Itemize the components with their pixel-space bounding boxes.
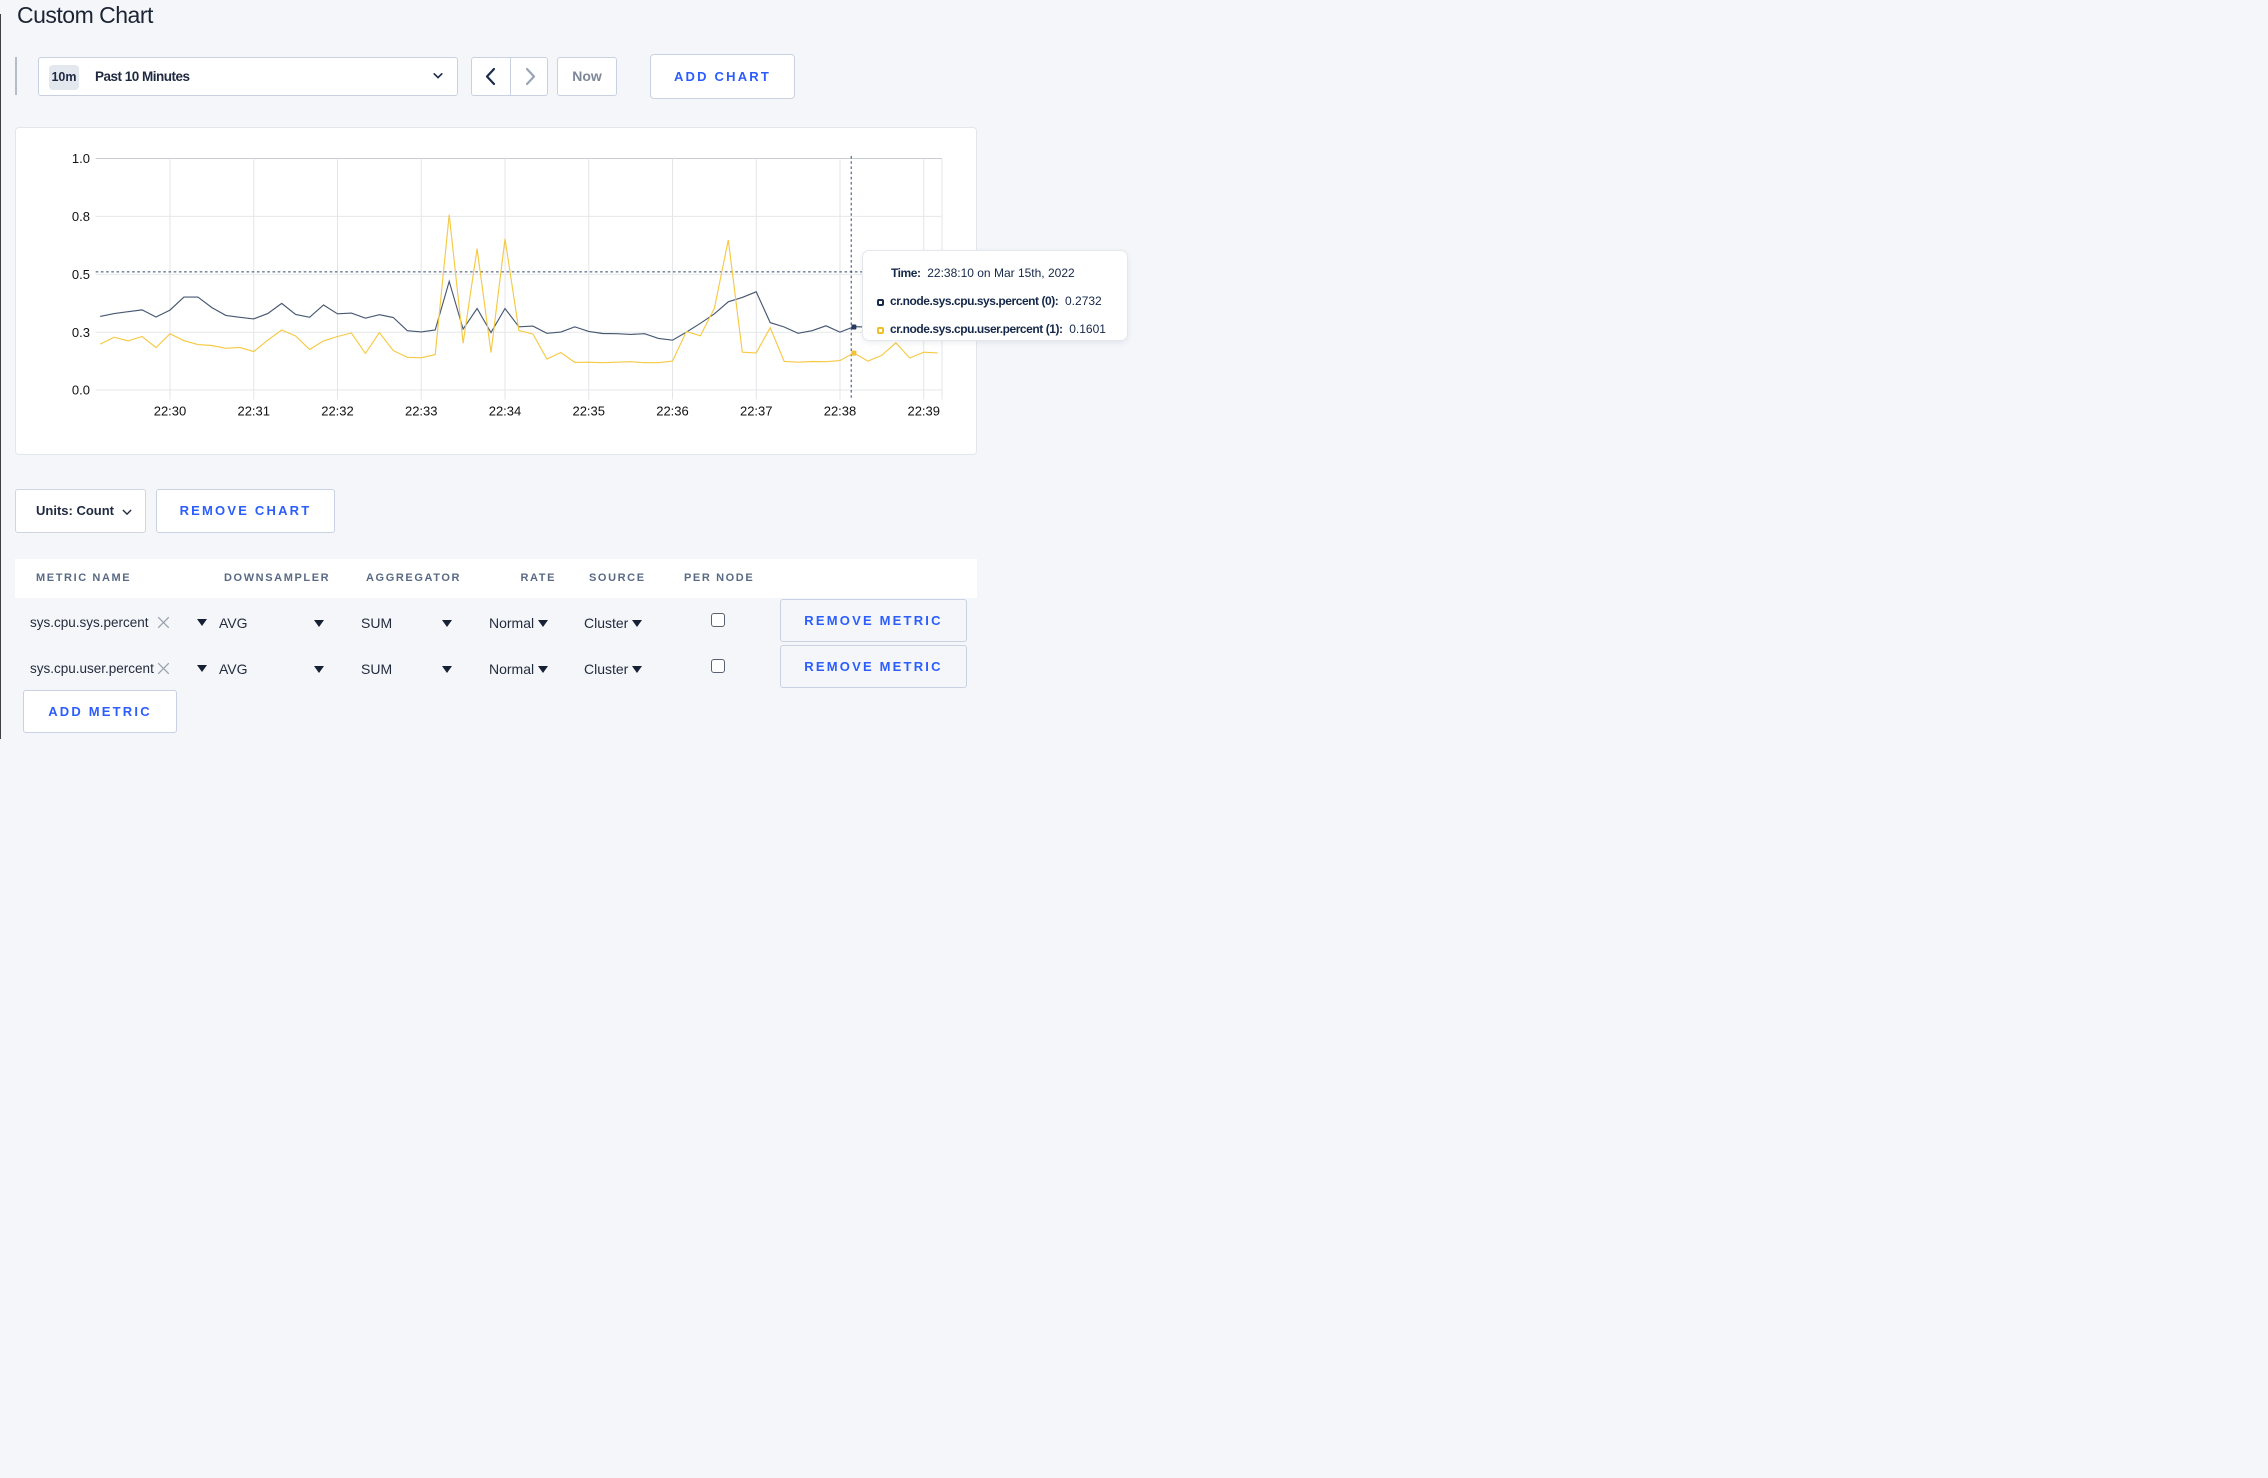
svg-text:1.0: 1.0 bbox=[72, 151, 90, 166]
svg-text:0.3: 0.3 bbox=[72, 324, 90, 339]
svg-text:22:31: 22:31 bbox=[237, 403, 270, 418]
svg-text:22:35: 22:35 bbox=[572, 403, 605, 418]
svg-text:22:33: 22:33 bbox=[405, 403, 438, 418]
svg-text:0.8: 0.8 bbox=[72, 208, 90, 223]
svg-text:22:30: 22:30 bbox=[154, 403, 187, 418]
svg-text:22:38: 22:38 bbox=[824, 403, 857, 418]
svg-text:22:36: 22:36 bbox=[656, 403, 689, 418]
svg-text:0.0: 0.0 bbox=[72, 382, 90, 397]
svg-text:22:32: 22:32 bbox=[321, 403, 354, 418]
svg-text:22:39: 22:39 bbox=[907, 403, 940, 418]
svg-text:22:37: 22:37 bbox=[740, 403, 773, 418]
svg-text:22:34: 22:34 bbox=[489, 403, 522, 418]
svg-text:0.5: 0.5 bbox=[72, 266, 90, 281]
